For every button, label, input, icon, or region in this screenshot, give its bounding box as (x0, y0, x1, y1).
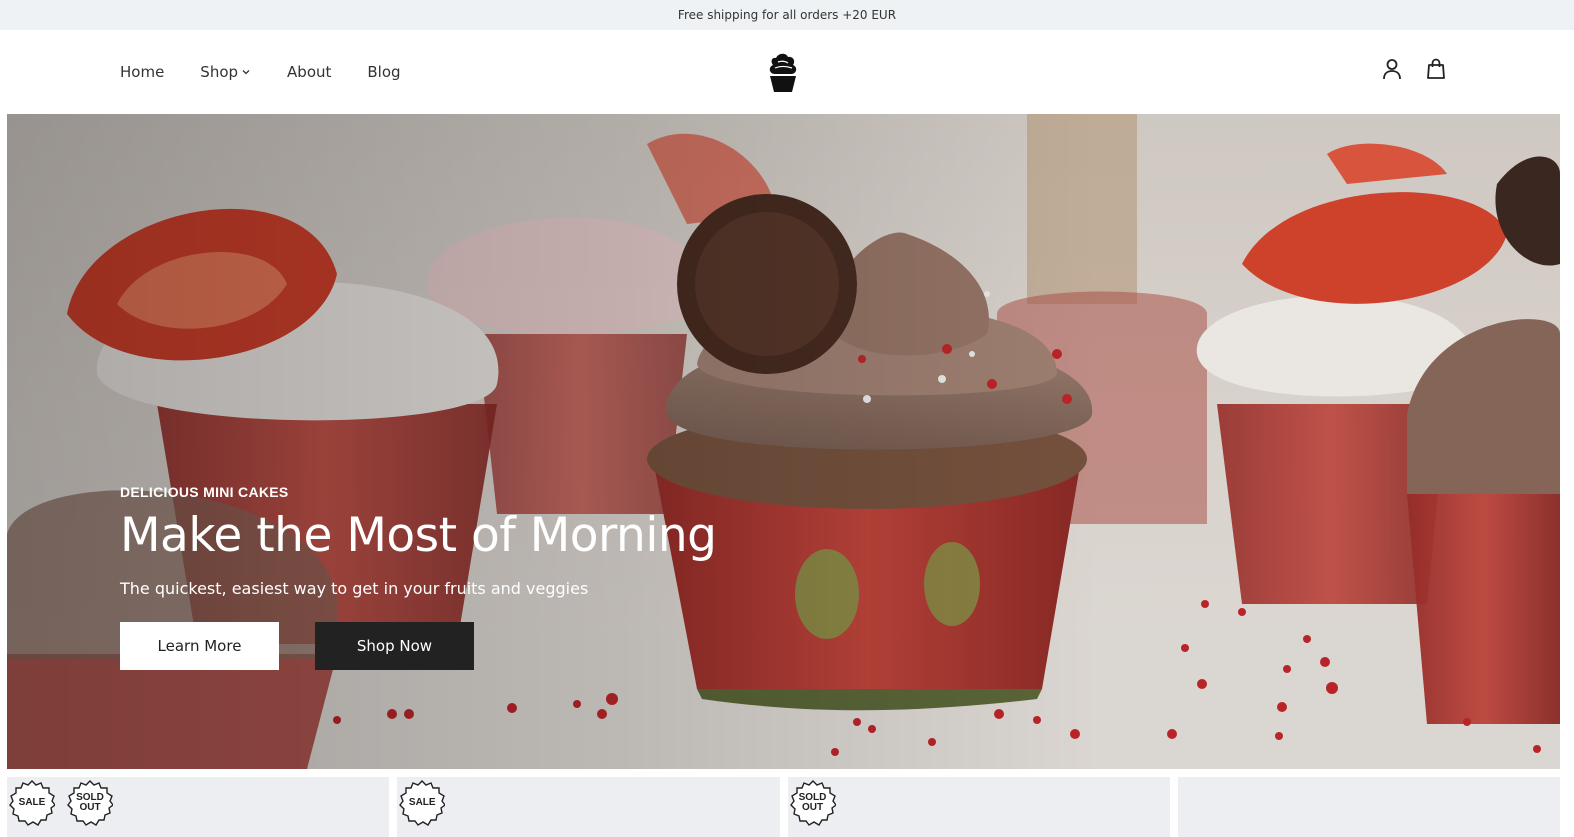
nav-about[interactable]: About (287, 63, 331, 81)
sale-badge: SALE (399, 780, 446, 826)
cupcake-logo[interactable] (766, 52, 800, 94)
sale-badge-label: SALE (408, 797, 436, 808)
header-actions (1382, 58, 1446, 80)
hero-overlay (7, 114, 1560, 769)
hero-banner: DELICIOUS MINI CAKES Make the Most of Mo… (7, 114, 1560, 769)
site-header: Home Shop About Blog (0, 30, 1574, 114)
sale-badge-label: SALE (18, 797, 46, 808)
product-grid: SALE SOLD OUT SALE SOLD OUT (7, 777, 1560, 837)
hero-content: DELICIOUS MINI CAKES Make the Most of Mo… (120, 484, 717, 670)
hero-buttons: Learn More Shop Now (120, 622, 717, 670)
sale-badge: SALE (9, 780, 55, 826)
shopping-bag-icon[interactable] (1426, 58, 1446, 80)
product-badges: SALE SOLD OUT (9, 780, 113, 826)
product-badges: SALE (399, 780, 446, 826)
hero-title: Make the Most of Morning (120, 508, 717, 563)
product-card[interactable]: SALE SOLD OUT (7, 777, 390, 837)
nav-shop[interactable]: Shop (200, 63, 251, 81)
product-card[interactable] (1177, 777, 1560, 837)
product-badges: SOLD OUT (789, 780, 836, 826)
hero-eyebrow: DELICIOUS MINI CAKES (120, 484, 289, 500)
chevron-down-icon (242, 70, 250, 75)
nav-home[interactable]: Home (120, 63, 164, 81)
sold-out-badge-label: SOLD OUT (76, 792, 104, 813)
sold-out-badge-label: SOLD OUT (798, 792, 827, 813)
sold-out-badge: SOLD OUT (67, 780, 113, 826)
learn-more-button[interactable]: Learn More (120, 622, 279, 670)
product-card[interactable]: SOLD OUT (787, 777, 1170, 837)
nav-blog[interactable]: Blog (367, 63, 400, 81)
announcement-text: Free shipping for all orders +20 EUR (677, 8, 897, 22)
main-nav: Home Shop About Blog (120, 30, 401, 114)
sold-out-badge: SOLD OUT (789, 780, 836, 826)
product-card[interactable]: SALE (397, 777, 780, 837)
announcement-bar: Free shipping for all orders +20 EUR (0, 0, 1574, 30)
shop-now-button[interactable]: Shop Now (315, 622, 474, 670)
nav-shop-label: Shop (200, 63, 239, 81)
user-icon[interactable] (1382, 58, 1402, 80)
hero-subtitle: The quickest, easiest way to get in your… (120, 579, 589, 598)
